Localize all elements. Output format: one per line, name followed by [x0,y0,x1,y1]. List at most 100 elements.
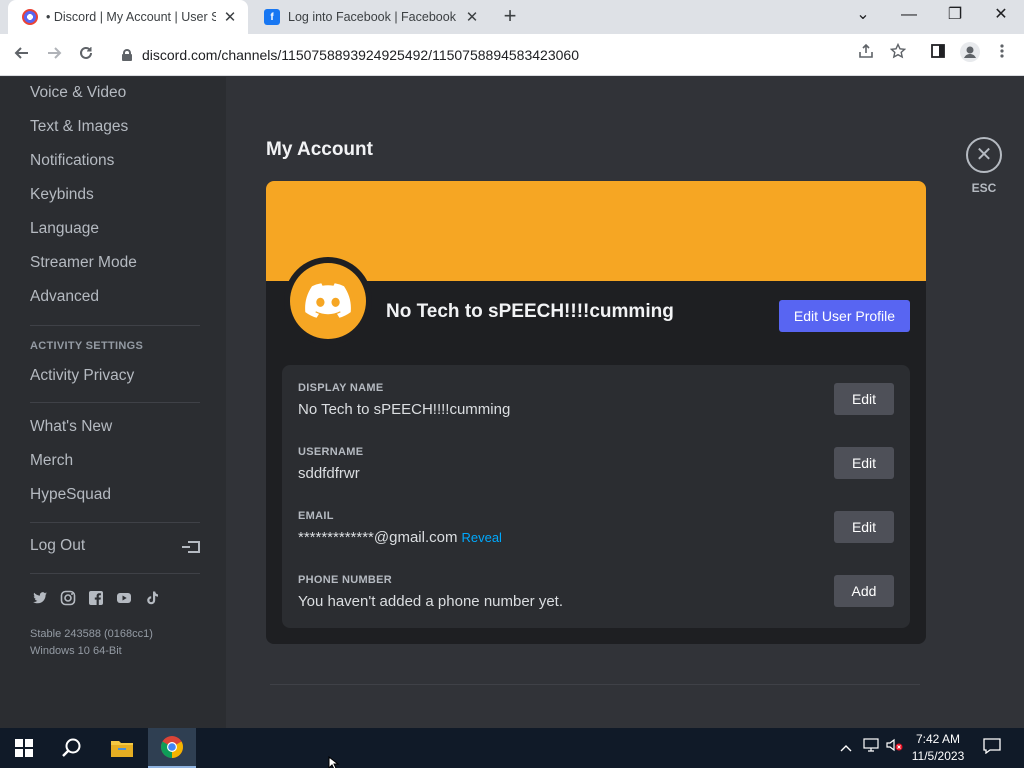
tab-close-icon[interactable]: ✕ [464,8,480,26]
share-icon [859,43,873,58]
activity-settings-header: ACTIVITY SETTINGS [30,340,144,352]
taskbar-chrome[interactable] [148,728,196,768]
lock-icon [122,49,132,61]
more-vert-icon [1000,44,1004,58]
account-fields: DISPLAY NAME No Tech to sPEECH!!!!cummin… [282,365,910,628]
field-value: You haven't added a phone number yet. [298,593,564,610]
clock-date: 11/5/2023 [911,749,965,763]
settings-sidebar: Voice & Video Text & Images Notification… [0,77,226,728]
reload-button[interactable] [73,42,99,68]
field-value-wrap: *************@gmail.com Reveal [298,529,502,546]
field-label: USERNAME [298,446,364,458]
avatar[interactable] [290,263,366,339]
star-icon [889,42,907,59]
sidebar-item-activity-privacy[interactable]: Activity Privacy [30,367,134,385]
account-profile-card: No Tech to sPEECH!!!!cumming Edit User P… [266,181,926,644]
edit-display-name-button[interactable]: Edit [834,383,894,415]
volume-status[interactable] [886,738,904,758]
taskbar-file-explorer[interactable] [98,728,146,768]
back-button[interactable] [9,42,35,68]
folder-icon [111,741,133,757]
facebook-icon[interactable] [88,590,104,606]
tab-title: Log into Facebook | Facebook [288,10,456,24]
maximize-button[interactable]: ❐ [932,0,978,30]
discord-logo-icon [305,283,351,318]
sidebar-item-log-out[interactable]: Log Out [30,537,85,555]
taskbar-clock[interactable]: 7:42 AM 11/5/2023 [906,731,970,765]
share-button[interactable] [854,42,878,68]
arrow-left-icon [14,47,28,59]
field-label: PHONE NUMBER [298,574,393,586]
sidebar-item-advanced[interactable]: Advanced [30,288,99,306]
sidebar-divider [30,402,200,403]
sidebar-item-keybinds[interactable]: Keybinds [30,186,94,204]
windows-logo-icon [15,739,33,757]
sidebar-divider [30,573,200,574]
youtube-icon[interactable] [116,590,132,606]
mouse-cursor-icon [328,756,340,768]
sidebar-item-streamer-mode[interactable]: Streamer Mode [30,254,137,272]
search-icon [62,738,81,757]
sidebar-divider [30,325,200,326]
instagram-icon[interactable] [60,590,76,606]
edit-email-button[interactable]: Edit [834,511,894,543]
tiktok-icon[interactable] [144,590,160,606]
sidebar-item-hypesquad[interactable]: HypeSquad [30,486,111,504]
minimize-button[interactable]: — [886,0,932,30]
new-tab-button[interactable]: + [498,4,522,28]
logout-icon [182,541,200,553]
add-phone-button[interactable]: Add [834,575,894,607]
notification-icon [983,738,1001,755]
tab-discord[interactable]: • Discord | My Account | User Settings ✕ [8,0,248,34]
sidebar-item-language[interactable]: Language [30,220,99,238]
taskbar-search-button[interactable] [48,728,96,768]
close-icon[interactable]: ✕ [966,137,1002,173]
tab-title: • Discord | My Account | User Settings [46,10,216,24]
field-value: No Tech to sPEECH!!!!cumming [298,401,511,418]
close-window-button[interactable]: ✕ [978,0,1024,30]
field-phone: PHONE NUMBER You haven't added a phone n… [298,574,894,622]
side-panel-button[interactable] [926,42,950,68]
settings-content: My Account ✕ ESC No Tech to sPEECH!!!!cu… [226,77,1024,728]
show-hidden-icons[interactable] [838,738,854,758]
field-value: sddfdfrwr [298,465,360,482]
sidebar-item-whats-new[interactable]: What's New [30,418,112,436]
avatar-ring [284,257,372,345]
edit-user-profile-button[interactable]: Edit User Profile [779,300,910,332]
tab-close-icon[interactable]: ✕ [222,8,238,26]
facebook-favicon-icon: f [264,9,280,25]
section-divider [270,684,920,685]
start-button[interactable] [0,728,48,768]
clock-time: 7:42 AM [915,732,961,746]
arrow-right-icon [48,47,62,59]
sidebar-item-notifications[interactable]: Notifications [30,152,114,170]
network-icon [863,738,879,752]
sidebar-item-text-images[interactable]: Text & Images [30,118,128,136]
profile-avatar-icon [960,42,980,62]
volume-muted-icon [886,738,903,752]
close-settings[interactable]: ✕ ESC [966,137,1002,195]
network-status[interactable] [862,738,880,758]
sidebar-item-merch[interactable]: Merch [30,452,73,470]
profile-button[interactable] [958,42,982,68]
field-label: DISPLAY NAME [298,382,384,394]
profile-banner [266,181,926,281]
address-bar[interactable]: discord.com/channels/1150758893924925492… [108,39,924,71]
discord-favicon-icon [22,9,38,25]
field-username: USERNAME sddfdfrwr Edit [298,446,894,494]
tab-search-button[interactable]: ⌄ [840,0,886,30]
forward-button[interactable] [41,42,67,68]
chrome-menu-button[interactable] [990,42,1014,68]
browser-tab-bar: • Discord | My Account | User Settings ✕… [0,0,1024,34]
client-version: Stable 243588 (0168cc1) [30,628,153,640]
bookmark-button[interactable] [886,42,910,68]
url-text: discord.com/channels/1150758893924925492… [142,47,579,63]
field-email: EMAIL *************@gmail.com Reveal Edit [298,510,894,558]
sidebar-item-voice-video[interactable]: Voice & Video [30,84,126,102]
edit-username-button[interactable]: Edit [834,447,894,479]
twitter-icon[interactable] [32,590,48,606]
reveal-email-link[interactable]: Reveal [461,530,501,545]
notifications-button[interactable] [982,738,1002,758]
tab-facebook[interactable]: f Log into Facebook | Facebook ✕ [250,0,490,34]
chevron-up-icon [840,745,852,752]
